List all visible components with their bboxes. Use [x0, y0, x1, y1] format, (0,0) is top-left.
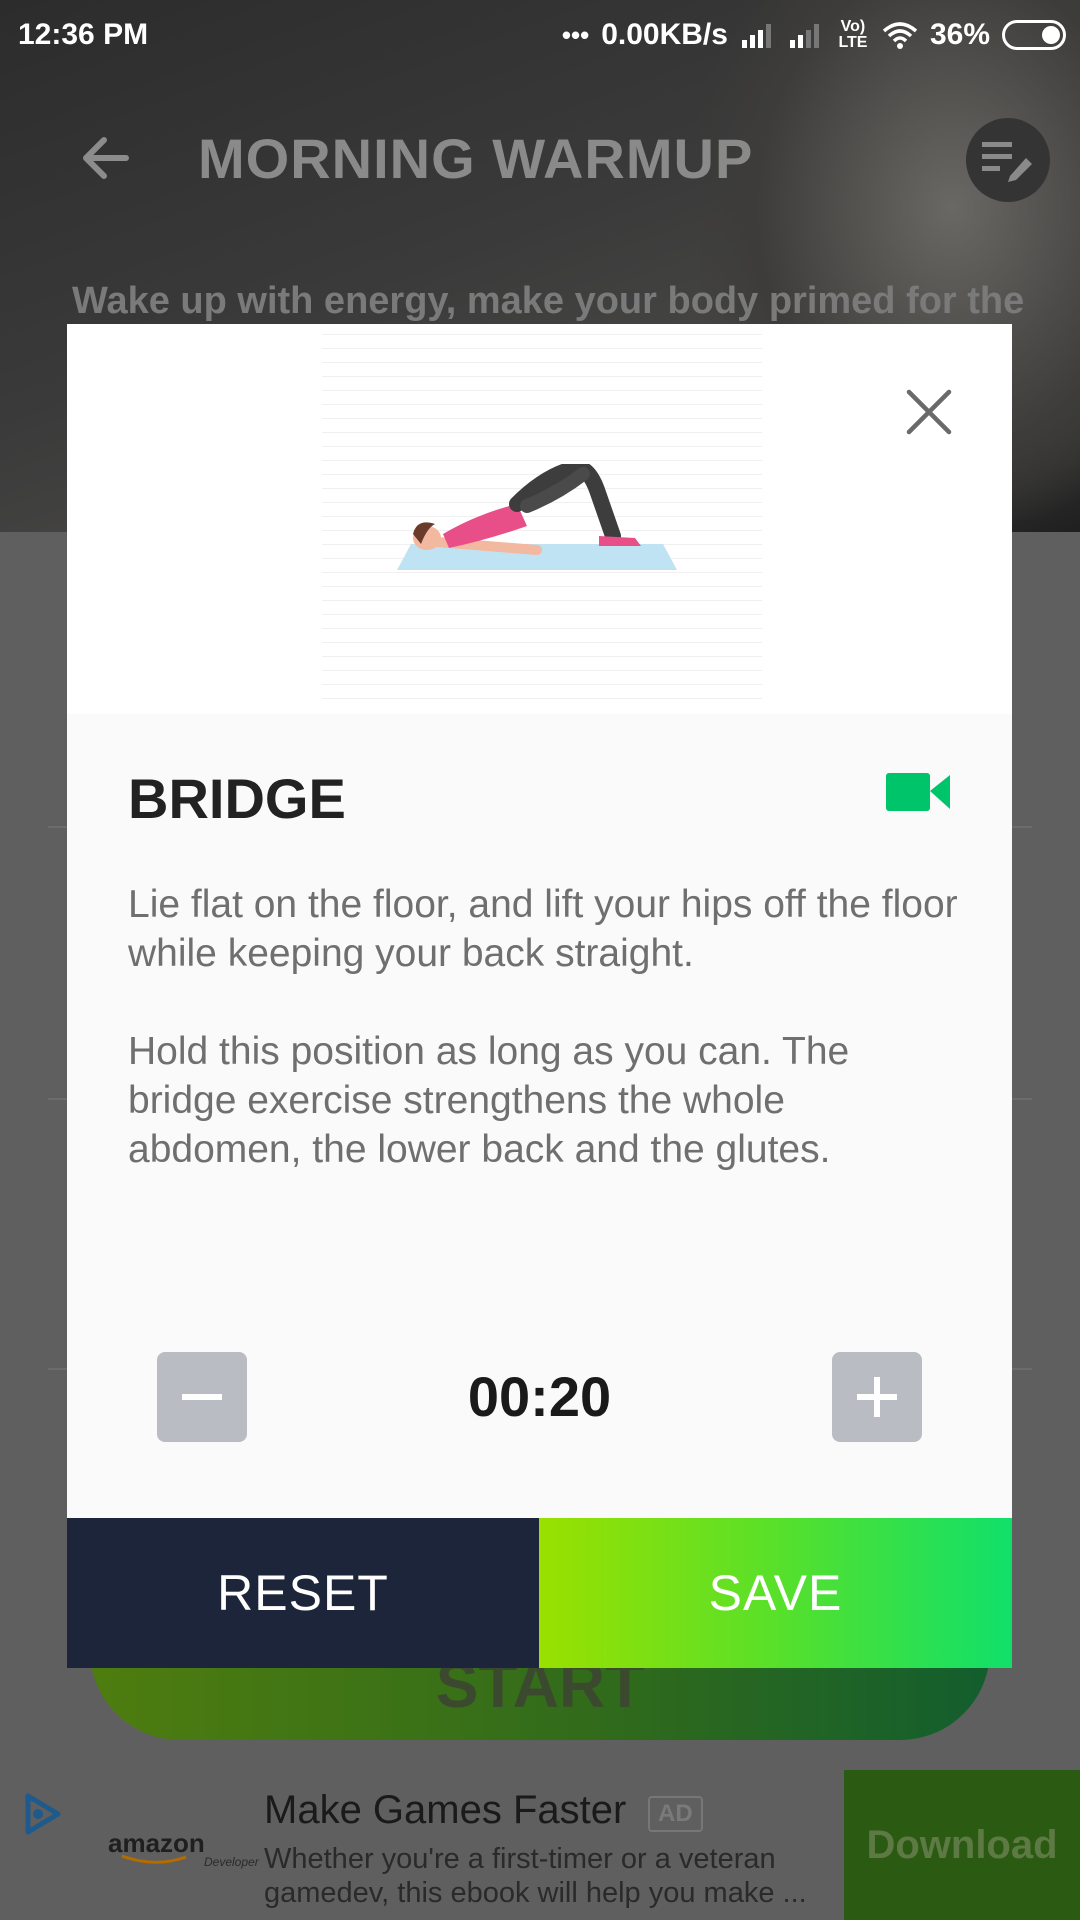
advertiser-sub: Developer: [204, 1855, 259, 1869]
battery-percent: 36%: [929, 18, 990, 51]
more-dots-icon: •••: [561, 19, 590, 50]
ad-title[interactable]: Make Games Faster: [264, 1788, 626, 1833]
page-title: MORNING WARMUP: [198, 127, 754, 190]
signal-icon: [789, 24, 819, 48]
status-indicators: ••• 0.00KB/s Vo) LTE 36%: [562, 18, 1066, 52]
edit-list-icon[interactable]: [966, 118, 1050, 202]
bridge-exercise-illustration: [397, 464, 677, 570]
battery-icon: [1002, 20, 1066, 50]
plus-icon: [857, 1377, 897, 1417]
network-speed: 0.00KB/s: [601, 18, 728, 51]
ad-description: Whether you're a first-timer or a vetera…: [264, 1843, 807, 1909]
network-type: Vo) LTE: [838, 18, 868, 51]
status-time: 12:36 PM: [18, 18, 149, 51]
video-camera-icon[interactable]: [886, 771, 950, 813]
exercise-image: [67, 324, 1012, 714]
advertiser-logo: amazon Developer: [108, 1828, 259, 1869]
save-button[interactable]: SAVE: [539, 1518, 1012, 1668]
reset-button[interactable]: RESET: [67, 1518, 539, 1668]
back-arrow-icon[interactable]: [76, 128, 136, 188]
amazon-smile-icon: [121, 1854, 187, 1864]
signal-icon: [741, 24, 771, 48]
exercise-description: Lie flat on the floor, and lift your hip…: [128, 880, 958, 1174]
page-subtitle: Wake up with energy, make your body prim…: [72, 280, 1025, 322]
ad-banner[interactable]: amazon Developer Make Games Faster AD Wh…: [0, 1770, 1080, 1920]
increase-time-button[interactable]: [832, 1352, 922, 1442]
ad-badge: AD: [648, 1796, 703, 1832]
exercise-dialog: BRIDGE Lie flat on the floor, and lift y…: [67, 324, 1012, 1668]
description-paragraph: Lie flat on the floor, and lift your hip…: [128, 883, 958, 975]
close-icon[interactable]: [903, 386, 955, 438]
ad-choices-icon[interactable]: [20, 1792, 66, 1838]
wifi-icon: [882, 22, 918, 49]
description-paragraph: Hold this position as long as you can. T…: [128, 1030, 850, 1171]
exercise-name: BRIDGE: [128, 767, 346, 830]
status-bar: 12:36 PM ••• 0.00KB/s Vo) LTE 36%: [0, 0, 1080, 72]
ad-download-button[interactable]: Download: [844, 1770, 1080, 1920]
